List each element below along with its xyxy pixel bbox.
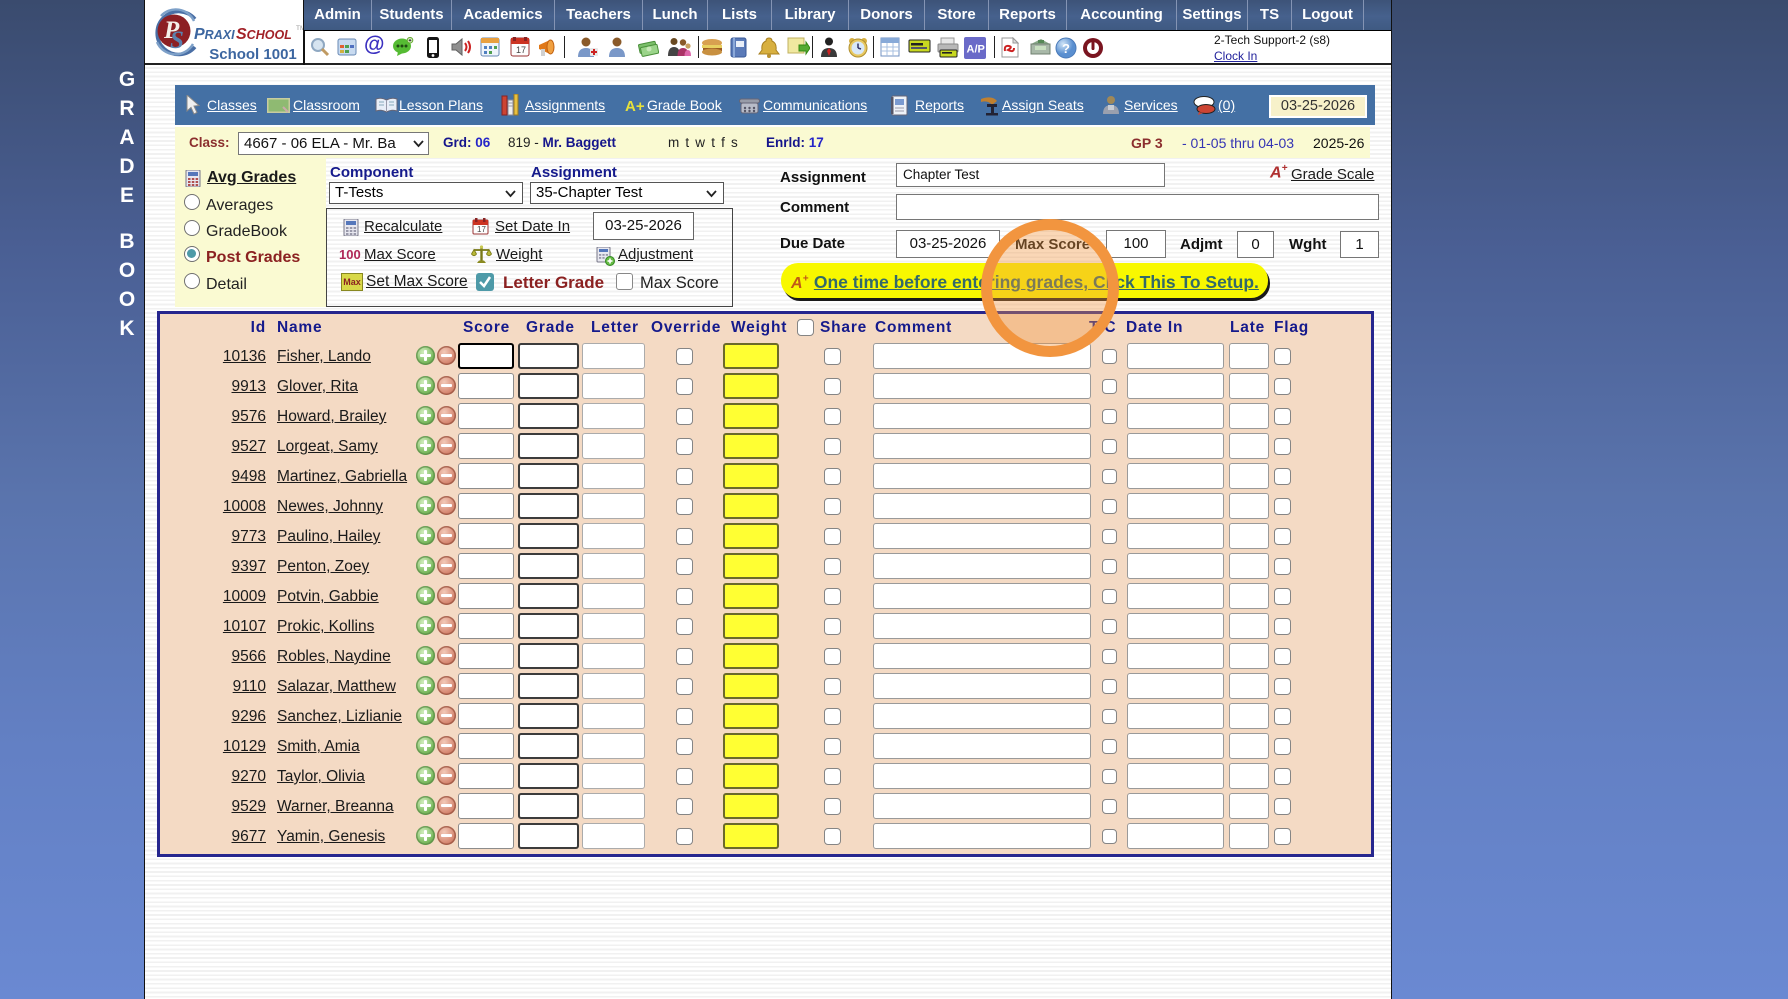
svg-text:A/P: A/P bbox=[967, 44, 985, 56]
svg-text:PRAXI: PRAXI bbox=[194, 26, 235, 43]
svg-text:?: ? bbox=[1062, 41, 1070, 56]
svg-text:S: S bbox=[170, 27, 184, 54]
svg-text:17: 17 bbox=[516, 45, 526, 55]
svg-text:17: 17 bbox=[477, 225, 486, 234]
svg-text:SCHOOL: SCHOOL bbox=[236, 26, 292, 43]
